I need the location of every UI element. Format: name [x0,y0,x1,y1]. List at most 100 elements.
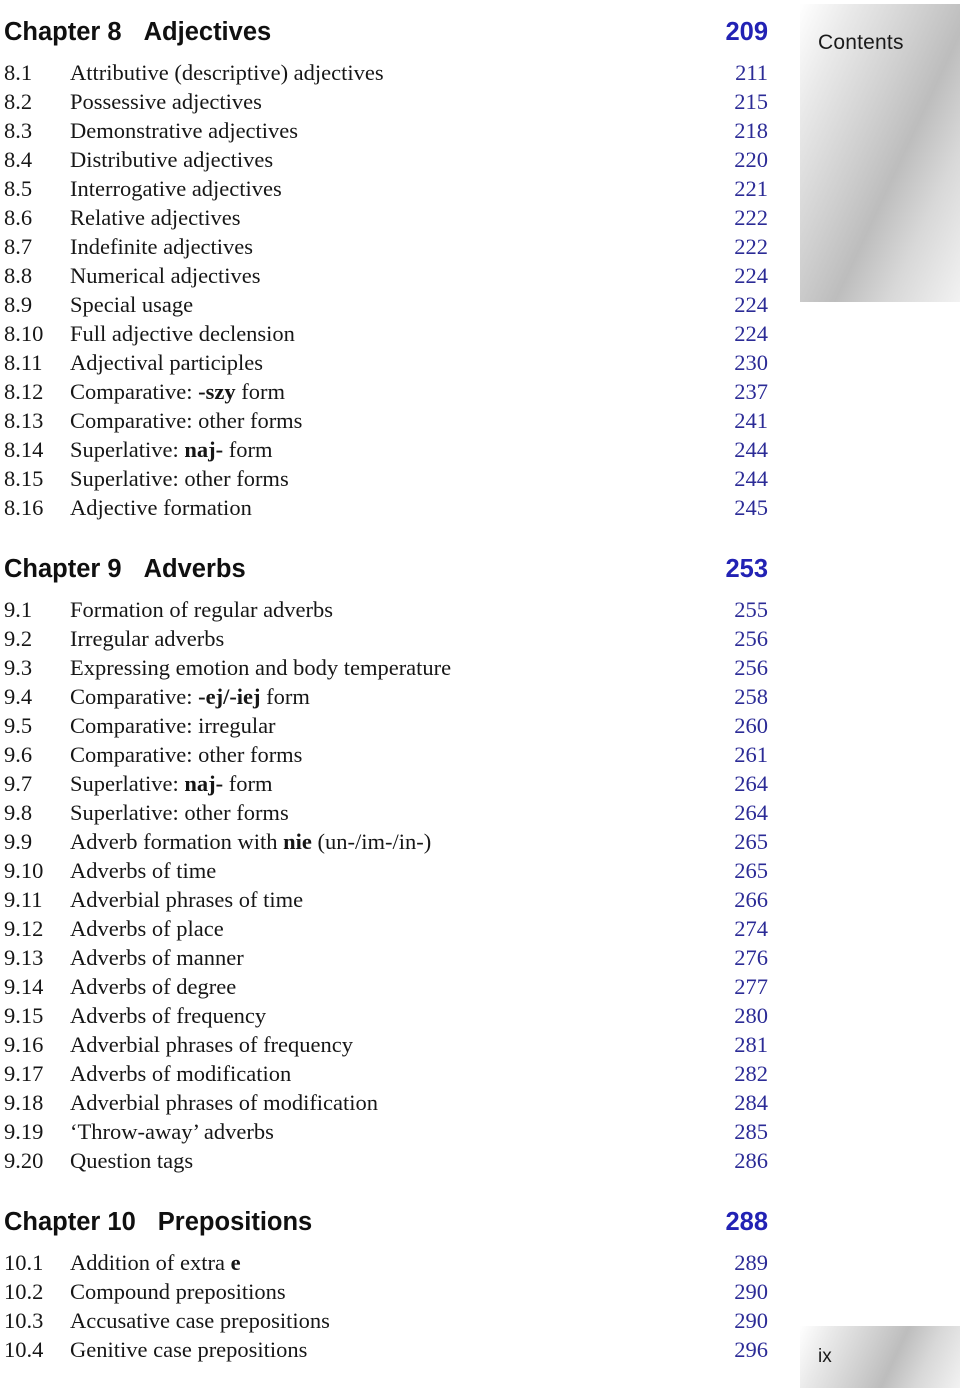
entry-title: Comparative: other forms [70,742,303,767]
entry-page-number: 296 [734,1337,768,1362]
entry-number: 8.10 [4,321,44,346]
toc-entry[interactable]: 9.19 ‘Throw-away’ adverbs 285 [0,1117,790,1146]
entry-number: 9.17 [4,1061,44,1086]
toc-entry[interactable]: 8.16 Adjective formation 245 [0,493,790,522]
toc-entry[interactable]: 9.16 Adverbial phrases of frequency 281 [0,1030,790,1059]
toc-entry[interactable]: 8.8 Numerical adjectives 224 [0,261,790,290]
entry-number: 9.9 [4,829,33,854]
entry-page-number: 237 [734,379,768,404]
entry-page-number: 281 [734,1032,768,1057]
entry-page-number: 241 [734,408,768,433]
entry-number: 8.1 [4,60,33,85]
entry-page-number: 261 [734,742,768,767]
toc-entry[interactable]: 9.13 Adverbs of manner 276 [0,943,790,972]
toc-entry[interactable]: 8.14 Superlative: naj- form 244 [0,435,790,464]
entry-number: 9.19 [4,1119,44,1144]
entry-title: Relative adjectives [70,205,241,230]
chapter-heading[interactable]: Chapter 8 Adjectives 209 [0,18,790,47]
chapter-heading[interactable]: Chapter 10 Prepositions 288 [0,1208,790,1237]
entry-number: 9.16 [4,1032,44,1057]
entry-page-number: 265 [734,829,768,854]
toc-entry[interactable]: 8.10 Full adjective declension 224 [0,319,790,348]
entry-number: 8.14 [4,437,44,462]
entry-number: 10.2 [4,1279,44,1304]
entry-number: 9.11 [4,887,43,912]
toc-entry[interactable]: 8.15 Superlative: other forms 244 [0,464,790,493]
toc-entry[interactable]: 10.3 Accusative case prepositions 290 [0,1306,790,1335]
toc-entry[interactable]: 9.1 Formation of regular adverbs 255 [0,595,790,624]
toc-entry[interactable]: 8.13 Comparative: other forms 241 [0,406,790,435]
toc-entry[interactable]: 9.4 Comparative: -ej/-iej form 258 [0,682,790,711]
toc-entry[interactable]: 9.7 Superlative: naj- form 264 [0,769,790,798]
entry-title: Genitive case prepositions [70,1337,308,1362]
toc-entry[interactable]: 9.2 Irregular adverbs 256 [0,624,790,653]
toc-entry[interactable]: 8.4 Distributive adjectives 220 [0,145,790,174]
toc-entry[interactable]: 8.11 Adjectival participles 230 [0,348,790,377]
entry-page-number: 282 [734,1061,768,1086]
toc-entry[interactable]: 10.1 Addition of extra e 289 [0,1248,790,1277]
toc-entry[interactable]: 8.6 Relative adjectives 222 [0,203,790,232]
entry-page-number: 230 [734,350,768,375]
toc-entry[interactable]: 8.1 Attributive (descriptive) adjectives 2… [0,58,790,87]
entry-page-number: 222 [734,234,768,259]
toc-entry[interactable]: 9.20 Question tags 286 [0,1146,790,1175]
toc-entry[interactable]: 8.5 Interrogative adjectives 221 [0,174,790,203]
entry-page-number: 215 [734,89,768,114]
entry-page-number: 264 [734,771,768,796]
entry-number: 9.3 [4,655,33,680]
entry-number: 8.12 [4,379,44,404]
toc-entry[interactable]: 9.14 Adverbs of degree 277 [0,972,790,1001]
toc-entry[interactable]: 8.12 Comparative: -szy form 237 [0,377,790,406]
entry-number: 9.4 [4,684,33,709]
entry-page-number: 289 [734,1250,768,1275]
entry-number: 8.4 [4,147,33,172]
toc-entry[interactable]: 9.5 Comparative: irregular 260 [0,711,790,740]
entry-title: Attributive (descriptive) adjectives [70,60,384,85]
entry-title: Comparative: -ej/-iej form [70,684,310,709]
entry-page-number: 265 [734,858,768,883]
entry-title: Superlative: other forms [70,800,289,825]
toc-entry[interactable]: 8.3 Demonstrative adjectives 218 [0,116,790,145]
toc-entry[interactable]: 8.7 Indefinite adjectives 222 [0,232,790,261]
toc-entry[interactable]: 9.12 Adverbs of place 274 [0,914,790,943]
toc-entry[interactable]: 10.2 Compound prepositions 290 [0,1277,790,1306]
entry-title: Adverbial phrases of modification [70,1090,379,1115]
chapter-page-number: 209 [725,18,768,46]
toc-entry[interactable]: 9.3 Expressing emotion and body temperatu… [0,653,790,682]
toc-entry[interactable]: 10.4 Genitive case prepositions 296 [0,1335,790,1364]
entry-page-number: 266 [734,887,768,912]
entry-number: 9.15 [4,1003,44,1028]
toc-entry[interactable]: 9.17 Adverbs of modification 282 [0,1059,790,1088]
page-number-thumb-tab: ix [800,1326,960,1388]
chapter-label: Chapter 10 [4,1208,136,1236]
toc-entry[interactable]: 8.9 Special usage 224 [0,290,790,319]
toc-entry[interactable]: 9.11 Adverbial phrases of time 266 [0,885,790,914]
entry-page-number: 244 [734,466,768,491]
entry-title: ‘Throw-away’ adverbs [70,1119,274,1144]
entry-number: 9.2 [4,626,33,651]
entry-page-number: 211 [735,60,768,85]
entry-title: Superlative: naj- form [70,437,273,462]
entry-title: Adverbial phrases of frequency [70,1032,354,1057]
entry-title: Indefinite adjectives [70,234,254,259]
toc-entry[interactable]: 8.2 Possessive adjectives 215 [0,87,790,116]
entry-number: 9.10 [4,858,44,883]
chapter-title: Adverbs [143,555,246,583]
entry-number: 9.12 [4,916,44,941]
chapter-heading[interactable]: Chapter 9 Adverbs 253 [0,555,790,584]
entry-number: 9.6 [4,742,33,767]
entry-title: Expressing emotion and body temperature [70,655,452,680]
chapter-label: Chapter 8 [4,18,122,46]
entry-page-number: 220 [734,147,768,172]
toc-entry[interactable]: 9.15 Adverbs of frequency 280 [0,1001,790,1030]
toc-entry[interactable]: 9.6 Comparative: other forms 261 [0,740,790,769]
toc-entry[interactable]: 9.8 Superlative: other forms 264 [0,798,790,827]
entry-title: Demonstrative adjectives [70,118,299,143]
toc-entry[interactable]: 9.18 Adverbial phrases of modification 284 [0,1088,790,1117]
toc-entry[interactable]: 9.9 Adverb formation with nie (un-/im-/in… [0,827,790,856]
entry-number: 9.13 [4,945,44,970]
toc-entry[interactable]: 9.10 Adverbs of time 265 [0,856,790,885]
entry-title: Possessive adjectives [70,89,262,114]
entry-title: Superlative: naj- form [70,771,273,796]
entry-page-number: 264 [734,800,768,825]
